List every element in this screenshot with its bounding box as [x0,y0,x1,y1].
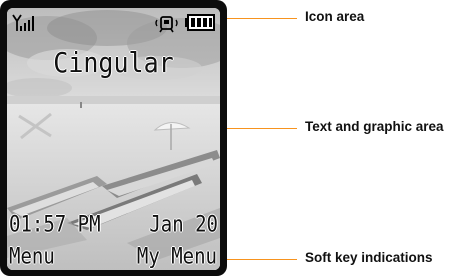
clock-time: 01:57 PM [9,212,101,238]
text-graphic-area-callout-line [227,128,297,129]
text-graphic-area-label: Text and graphic area [305,119,444,134]
alarm-icon [155,16,178,33]
softkey-right-my-menu[interactable]: My Menu [137,244,217,269]
clock-date: Jan 20 [149,212,218,238]
soft-key-indications-callout-line [227,259,297,260]
signal-strength-icon [12,14,34,31]
icon-area-label: Icon area [305,9,365,24]
icon-area-callout-line [227,18,297,19]
phone-display: Cingular 01:57 PM Jan 20 Menu My Menu [7,8,220,270]
softkey-left-menu[interactable]: Menu [9,244,55,269]
phone-screen-bezel: Cingular 01:57 PM Jan 20 Menu My Menu [0,0,227,276]
battery-icon [185,14,215,31]
carrier-name: Cingular [53,46,174,79]
soft-key-indications-label: Soft key indications [305,250,433,265]
